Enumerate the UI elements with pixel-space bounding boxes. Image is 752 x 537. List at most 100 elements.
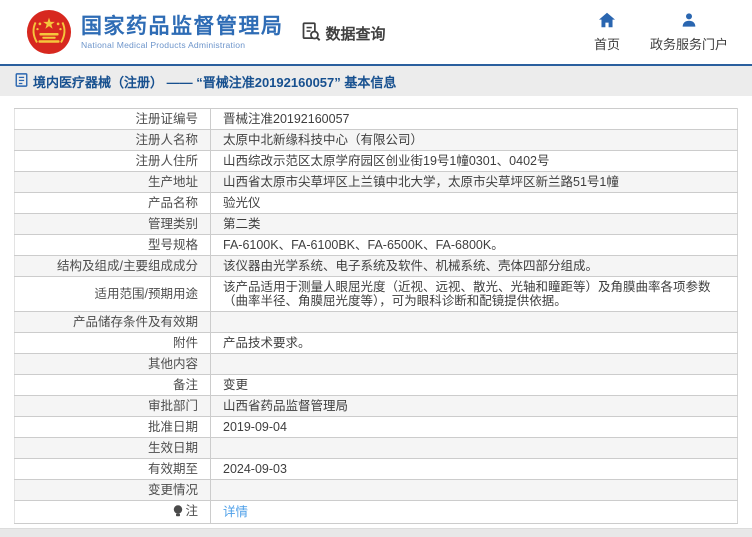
breadcrumb-text: 境内医疗器械（注册） —— “晋械注准20192160057” 基本信息 [33, 74, 397, 90]
table-row: 备注 变更 [14, 374, 738, 396]
row-value-text: 产品技术要求。 [223, 336, 311, 350]
document-icon [15, 72, 28, 90]
nav-home-label: 首页 [593, 36, 620, 52]
table-row: 注 详情 [14, 500, 738, 524]
row-value-text: 2019-09-04 [223, 420, 287, 434]
table-row: 管理类别 第二类 [14, 213, 738, 235]
row-value: 山西省药品监督管理局 [210, 395, 738, 417]
row-value-text: 该产品适用于测量人眼屈光度（近视、远视、散光、光轴和瞳距等）及角膜曲率各项参数（… [223, 280, 711, 308]
home-icon [598, 12, 616, 31]
table-row: 产品储存条件及有效期 [14, 311, 738, 333]
site-title: 国家药品监督管理局 [81, 14, 284, 38]
row-label: 附件 [14, 332, 211, 354]
row-value: 详情 [210, 500, 738, 524]
row-value: 变更 [210, 374, 738, 396]
row-label: 产品名称 [14, 192, 211, 214]
row-value-text: 变更 [223, 378, 249, 392]
row-label-text: 备注 [172, 378, 198, 392]
nav-home[interactable]: 首页 [594, 12, 620, 53]
table-row: 注册证编号 晋械注准20192160057 [14, 108, 738, 130]
row-value [210, 479, 738, 501]
row-value-text: FA-6100K、FA-6100BK、FA-6500K、FA-6800K。 [223, 238, 504, 252]
table-row: 适用范围/预期用途 该产品适用于测量人眼屈光度（近视、远视、散光、光轴和瞳距等）… [14, 276, 738, 312]
registration-info-table: 注册证编号 晋械注准20192160057 注册人名称 太原中北新缘科技中心（有… [14, 108, 738, 524]
row-label-text: 其他内容 [147, 357, 198, 371]
row-label-text: 有效期至 [147, 462, 198, 476]
table-row: 有效期至 2024-09-03 [14, 458, 738, 480]
table-row: 审批部门 山西省药品监督管理局 [14, 395, 738, 417]
row-label: 注 [14, 500, 211, 524]
brand: 国家药品监督管理局 National Medical Products Admi… [26, 9, 284, 55]
table-row: 其他内容 [14, 353, 738, 375]
row-label-text: 批准日期 [147, 420, 198, 434]
row-value: FA-6100K、FA-6100BK、FA-6500K、FA-6800K。 [210, 234, 738, 256]
table-row: 生效日期 [14, 437, 738, 459]
table-row: 变更情况 [14, 479, 738, 501]
table-row: 产品名称 验光仪 [14, 192, 738, 214]
row-label-text: 审批部门 [147, 399, 198, 413]
row-value: 该产品适用于测量人眼屈光度（近视、远视、散光、光轴和瞳距等）及角膜曲率各项参数（… [210, 276, 738, 312]
row-label-text: 结构及组成/主要组成成分 [57, 259, 198, 273]
row-value: 该仪器由光学系统、电子系统及软件、机械系统、壳体四部分组成。 [210, 255, 738, 277]
row-label-text: 生效日期 [147, 441, 198, 455]
row-value: 2024-09-03 [210, 458, 738, 480]
row-label-text: 注册人名称 [135, 133, 198, 147]
row-label-text: 产品储存条件及有效期 [72, 315, 198, 329]
row-label: 注册人名称 [14, 129, 211, 151]
row-label: 备注 [14, 374, 211, 396]
table-row: 注册人名称 太原中北新缘科技中心（有限公司） [14, 129, 738, 151]
nav-gov-portal-label: 政务服务门户 [649, 36, 728, 52]
row-label: 批准日期 [14, 416, 211, 438]
row-value: 验光仪 [210, 192, 738, 214]
row-label-text: 产品名称 [147, 196, 198, 210]
row-value-text: 晋械注准20192160057 [223, 112, 350, 126]
row-value: 晋械注准20192160057 [210, 108, 738, 130]
row-label: 审批部门 [14, 395, 211, 417]
row-value-text: 验光仪 [223, 196, 261, 210]
row-value-text: 第二类 [223, 217, 261, 231]
row-label-text: 注册人住所 [135, 154, 198, 168]
row-label-text: 变更情况 [147, 483, 198, 497]
row-value-text: 山西综改示范区太原学府园区创业街19号1幢0301、0402号 [223, 154, 550, 168]
breadcrumb: 境内医疗器械（注册） —— “晋械注准20192160057” 基本信息 [0, 64, 752, 96]
row-label: 生产地址 [14, 171, 211, 193]
row-label: 有效期至 [14, 458, 211, 480]
site-header: 国家药品监督管理局 National Medical Products Admi… [0, 0, 752, 64]
table-row: 生产地址 山西省太原市尖草坪区上兰镇中北大学，太原市尖草坪区新兰路51号1幢 [14, 171, 738, 193]
row-value: 山西综改示范区太原学府园区创业街19号1幢0301、0402号 [210, 150, 738, 172]
row-label-text: 型号规格 [147, 238, 198, 252]
row-label: 注册证编号 [14, 108, 211, 130]
data-query-label: 数据查询 [325, 25, 386, 43]
row-label: 适用范围/预期用途 [14, 276, 211, 312]
row-value [210, 311, 738, 333]
person-icon [681, 12, 697, 31]
row-value: 2019-09-04 [210, 416, 738, 438]
row-label-text: 适用范围/预期用途 [94, 287, 198, 301]
row-label: 结构及组成/主要组成成分 [14, 255, 211, 277]
row-label: 生效日期 [14, 437, 211, 459]
row-value: 第二类 [210, 213, 738, 235]
row-value: 山西省太原市尖草坪区上兰镇中北大学，太原市尖草坪区新兰路51号1幢 [210, 171, 738, 193]
row-value-text: 山西省药品监督管理局 [223, 399, 349, 413]
data-query-link[interactable]: 数据查询 [300, 21, 386, 46]
row-value-text: 2024-09-03 [223, 462, 287, 476]
table-row: 注册人住所 山西综改示范区太原学府园区创业街19号1幢0301、0402号 [14, 150, 738, 172]
site-subtitle: National Medical Products Administration [81, 39, 246, 50]
header-nav: 首页 政务服务门户 [594, 12, 738, 53]
row-label: 变更情况 [14, 479, 211, 501]
note-bulb-icon [173, 505, 183, 520]
national-emblem-logo-icon [26, 9, 72, 55]
table-row: 结构及组成/主要组成成分 该仪器由光学系统、电子系统及软件、机械系统、壳体四部分… [14, 255, 738, 277]
nav-gov-portal[interactable]: 政务服务门户 [650, 12, 728, 53]
row-label: 型号规格 [14, 234, 211, 256]
row-label-text: 注册证编号 [135, 112, 198, 126]
detail-link[interactable]: 详情 [223, 505, 248, 519]
table-row: 批准日期 2019-09-04 [14, 416, 738, 438]
row-label: 注册人住所 [14, 150, 211, 172]
row-value [210, 437, 738, 459]
data-query-document-search-icon [300, 21, 321, 46]
row-value [210, 353, 738, 375]
table-row: 型号规格 FA-6100K、FA-6100BK、FA-6500K、FA-6800… [14, 234, 738, 256]
row-label: 其他内容 [14, 353, 211, 375]
row-label-text: 管理类别 [147, 217, 198, 231]
